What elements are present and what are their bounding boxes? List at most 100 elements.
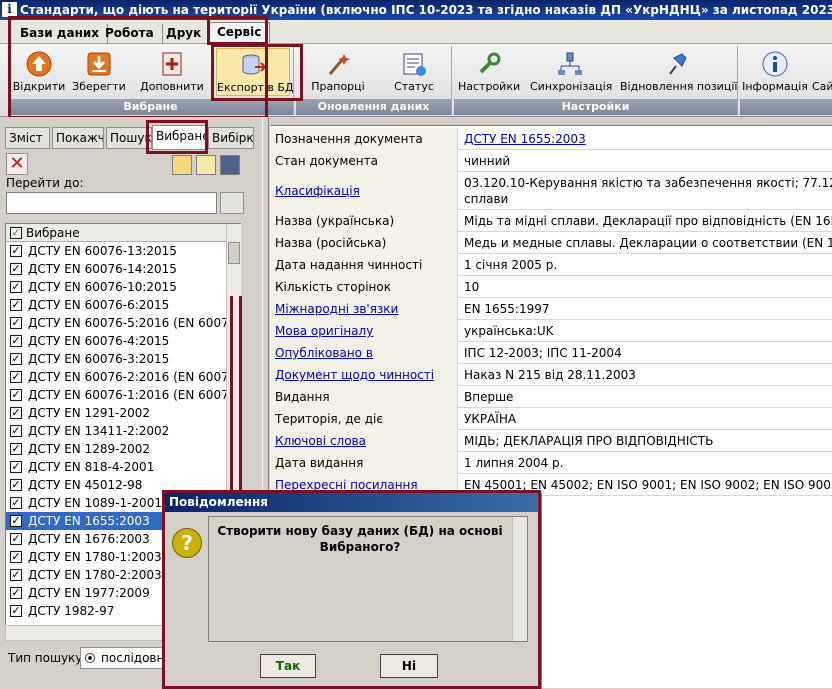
item-checkbox[interactable]: ✓ [10,461,22,473]
save-disk-icon[interactable] [220,155,240,175]
detail-label: Дата надання чинності [270,254,458,276]
restore-position-button[interactable]: Відновлення позиції [620,48,737,96]
list-item[interactable]: ✓ ДСТУ EN 1291-2002 [6,404,240,422]
tab-index[interactable]: Покажч [52,127,104,149]
list-item-label: ДСТУ EN 60076-3:2015 [28,352,170,366]
detail-label[interactable]: Мова оригіналу [270,320,458,342]
list-item[interactable]: ✓ ДСТУ EN 60076-13:2015 [6,242,240,260]
item-checkbox[interactable]: ✓ [10,587,22,599]
detail-label[interactable]: Класифікація [270,172,458,210]
list-item[interactable]: ✓ ДСТУ EN 60076-3:2015 [6,350,240,368]
item-checkbox[interactable]: ✓ [10,281,22,293]
item-checkbox[interactable]: ✓ [10,443,22,455]
dialog-scrollbar[interactable] [512,517,527,641]
goto-button[interactable] [220,192,244,214]
yes-button[interactable]: Так [260,654,316,678]
no-button[interactable]: Ні [380,654,438,678]
list-item[interactable]: ✓ ДСТУ EN 60076-1:2016 (EN 6007 [6,386,240,404]
detail-value-text[interactable]: ДСТУ EN 1655:2003 [464,128,832,150]
tab-contents[interactable]: Зміст [5,127,50,149]
tab-search[interactable]: Пошук [106,127,152,149]
item-checkbox[interactable]: ✓ [10,263,22,275]
group-settings: Настройки Синхронізація Відновлення пози… [454,46,738,115]
tab-databases[interactable]: Бази даних [12,24,109,44]
flags-button[interactable]: Прапорці [308,48,368,96]
list-item[interactable]: ✓ ДСТУ EN 13411-2:2002 [6,422,240,440]
list-item[interactable]: ✓ ДСТУ EN 818-4-2001 [6,458,240,476]
site-button[interactable]: Сай [812,48,832,96]
item-checkbox[interactable]: ✓ [10,605,22,617]
detail-label[interactable]: Ключові слова [270,430,458,452]
list-item[interactable]: ✓ ДСТУ EN 60076-10:2015 [6,278,240,296]
item-checkbox[interactable]: ✓ [10,335,22,347]
item-checkbox[interactable]: ✓ [10,371,22,383]
item-checkbox[interactable]: ✓ [10,245,22,257]
item-checkbox[interactable]: ✓ [10,317,22,329]
tab-favorites[interactable]: Вибране [152,125,206,150]
list-item[interactable]: ✓ ДСТУ EN 60076-2:2016 (EN 6007 [6,368,240,386]
detail-label: Дата видання [270,452,458,474]
detail-value-text: Мідь та мідні сплави. Декларації про від… [464,214,832,228]
delete-icon[interactable]: ✕ [6,153,28,175]
item-checkbox[interactable]: ✓ [10,479,22,491]
list-item-label: ДСТУ EN 60076-14:2015 [28,262,177,276]
item-checkbox[interactable]: ✓ [10,569,22,581]
settings-button[interactable]: Настройки [458,48,520,96]
list-item[interactable]: ✓ ДСТУ EN 60076-4:2015 [6,332,240,350]
status-button[interactable]: Статус [384,48,444,96]
item-checkbox[interactable]: ✓ [10,389,22,401]
item-checkbox[interactable]: ✓ [10,425,22,437]
export-to-db-button[interactable]: Експорт в БД [216,48,294,96]
detail-value-text: УКРАЇНА [464,412,517,426]
group-other: Інформація Сай [740,46,832,115]
detail-row: Територія, де діє УКРАЇНА [270,408,832,430]
tab-work[interactable]: Робота [97,24,163,44]
dialog-title: Повідомлення [164,492,539,512]
list-item[interactable]: ✓ ДСТУ EN 60076-5:2016 (EN 6007 [6,314,240,332]
list-item[interactable]: ✓ ДСТУ EN 60076-6:2015 [6,296,240,314]
detail-label[interactable]: Опубліковано в [270,342,458,364]
item-checkbox[interactable]: ✓ [10,551,22,563]
tab-service[interactable]: Сервіс [208,22,271,45]
info-button[interactable]: Інформація [742,48,808,96]
detail-value-text-continued: сплави [464,192,509,206]
append-label: Доповнити [140,80,204,93]
status-label: Статус [394,80,434,93]
detail-row: Кількість сторінок 10 [270,276,832,298]
info-label: Інформація [742,80,808,93]
detail-row: Позначення документа ДСТУ EN 1655:2003 [270,128,832,150]
detail-row: Назва (українська) Мідь та мідні сплави. … [270,210,832,232]
item-checkbox[interactable]: ✓ [10,299,22,311]
magic-wand-icon [328,54,350,75]
detail-value[interactable]: ДСТУ EN 1655:2003 [459,128,832,150]
item-checkbox[interactable]: ✓ [10,407,22,419]
item-checkbox[interactable]: ✓ [10,515,22,527]
open-button[interactable]: Відкрити [12,48,66,96]
list-item-label: ДСТУ EN 60076-2:2016 (EN 6007 [28,370,229,384]
scrollbar-thumb[interactable] [228,242,240,264]
search-type-option[interactable]: послідовни [80,647,170,669]
new-folder-icon[interactable] [196,155,216,175]
detail-value-text: 1 липня 2004 р. [464,456,564,470]
detail-value: чинний [459,150,832,172]
item-checkbox[interactable]: ✓ [10,497,22,509]
tab-print[interactable]: Друк [158,24,211,44]
save-button[interactable]: Зберегти [70,48,128,96]
detail-row: Дата видання 1 липня 2004 р. [270,452,832,474]
open-folder-icon[interactable] [172,155,192,175]
goto-input[interactable] [6,192,217,214]
header-checkbox[interactable]: ✓ [10,227,22,239]
list-item[interactable]: ✓ ДСТУ EN 1289-2002 [6,440,240,458]
item-checkbox[interactable]: ✓ [10,533,22,545]
list-item[interactable]: ✓ ДСТУ EN 60076-14:2015 [6,260,240,278]
sync-button[interactable]: Синхронізація [530,48,612,96]
detail-label[interactable]: Документ щодо чинності [270,364,458,386]
append-button[interactable]: Доповнити [136,48,208,96]
detail-value: 03.120.10-Керування якістю та забезпечен… [459,172,832,207]
detail-label[interactable]: Міжнародні зв'язки [270,298,458,320]
item-checkbox[interactable]: ✓ [10,353,22,365]
tab-selection[interactable]: Вибірка [208,127,254,149]
search-type-label: Тип пошуку: [8,651,87,665]
detail-value: Наказ N 215 від 28.11.2003 [459,364,832,386]
detail-value-text: 03.120.10-Керування якістю та забезпечен… [464,176,832,190]
